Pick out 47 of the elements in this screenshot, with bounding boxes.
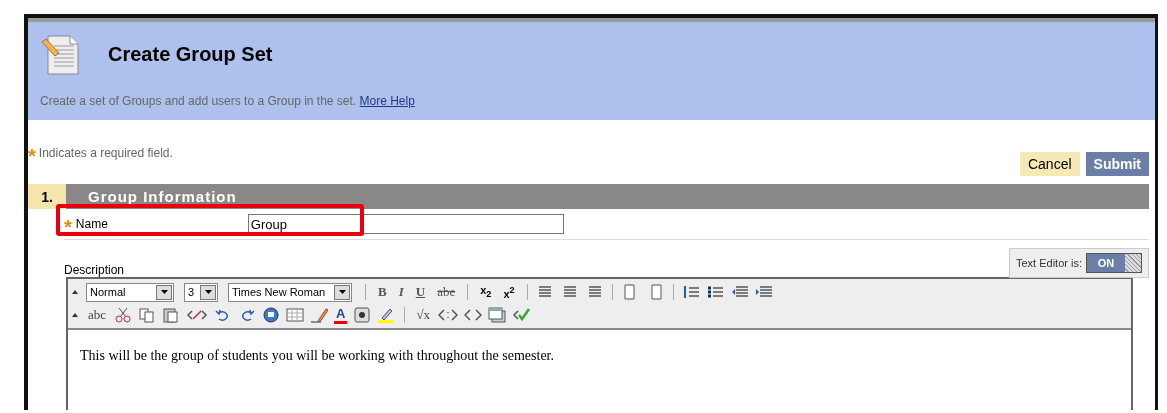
check-code-icon[interactable] bbox=[512, 307, 531, 323]
toolbar-dropdown[interactable]: Times New Roman bbox=[228, 282, 352, 302]
page-description: Create a set of Groups and add users to a Group in the set. bbox=[40, 94, 358, 108]
editor-toggle[interactable]: ON bbox=[1086, 253, 1142, 273]
more-help-link[interactable]: More Help bbox=[359, 94, 415, 108]
caret-icon[interactable] bbox=[204, 290, 212, 294]
format-button[interactable]: abe bbox=[434, 284, 459, 300]
format-button[interactable]: I bbox=[395, 284, 407, 300]
section-number: 1. bbox=[28, 184, 66, 209]
required-mark: * bbox=[28, 144, 36, 162]
page-title: Create Group Set bbox=[108, 42, 273, 66]
collapse-icon[interactable] bbox=[72, 290, 78, 294]
code-icon[interactable] bbox=[464, 307, 483, 323]
format-button[interactable]: B bbox=[375, 284, 390, 300]
name-field[interactable]: Group bbox=[247, 214, 564, 234]
required-mark: * bbox=[64, 215, 72, 233]
collapse-icon[interactable] bbox=[72, 313, 78, 317]
spellcheck-button[interactable]: abc bbox=[86, 307, 109, 323]
field-label: Name bbox=[75, 217, 108, 231]
section-title: Group Information bbox=[66, 184, 1149, 209]
paste-icon[interactable] bbox=[162, 307, 181, 323]
toolbar-dropdown[interactable]: Normal bbox=[86, 282, 174, 302]
indent-icon[interactable] bbox=[754, 284, 773, 300]
window-icon[interactable] bbox=[488, 307, 507, 323]
media-icon[interactable] bbox=[353, 307, 372, 323]
bullet-list-icon[interactable] bbox=[706, 284, 725, 300]
math-button[interactable]: √x bbox=[414, 307, 433, 323]
scissors-icon[interactable] bbox=[114, 307, 133, 323]
submit-button[interactable]: Submit bbox=[1085, 152, 1149, 176]
outdent-icon[interactable] bbox=[730, 284, 749, 300]
caret-icon[interactable] bbox=[160, 290, 168, 294]
format-button[interactable]: U bbox=[412, 284, 429, 300]
font-color-button[interactable]: A bbox=[334, 306, 348, 324]
pencil-icon[interactable] bbox=[310, 307, 329, 323]
caret-icon[interactable] bbox=[338, 290, 346, 294]
toggle-label: Text Editor is: bbox=[1015, 257, 1082, 269]
copy-icon[interactable] bbox=[138, 307, 157, 323]
table-icon[interactable] bbox=[286, 307, 305, 323]
required-note: Indicates a required field. bbox=[38, 146, 173, 160]
numbered-list-icon[interactable] bbox=[682, 284, 701, 300]
script-button[interactable]: x$_{2}$ bbox=[477, 284, 495, 300]
toolbar-dropdown[interactable]: 3 bbox=[184, 282, 218, 302]
cancel-button[interactable]: Cancel bbox=[1019, 152, 1080, 176]
code-block-icon[interactable] bbox=[438, 307, 459, 323]
field-label: Description bbox=[64, 263, 125, 277]
highlighter-icon[interactable] bbox=[377, 307, 396, 323]
script-button[interactable]: x$^{2}$ bbox=[500, 284, 518, 300]
